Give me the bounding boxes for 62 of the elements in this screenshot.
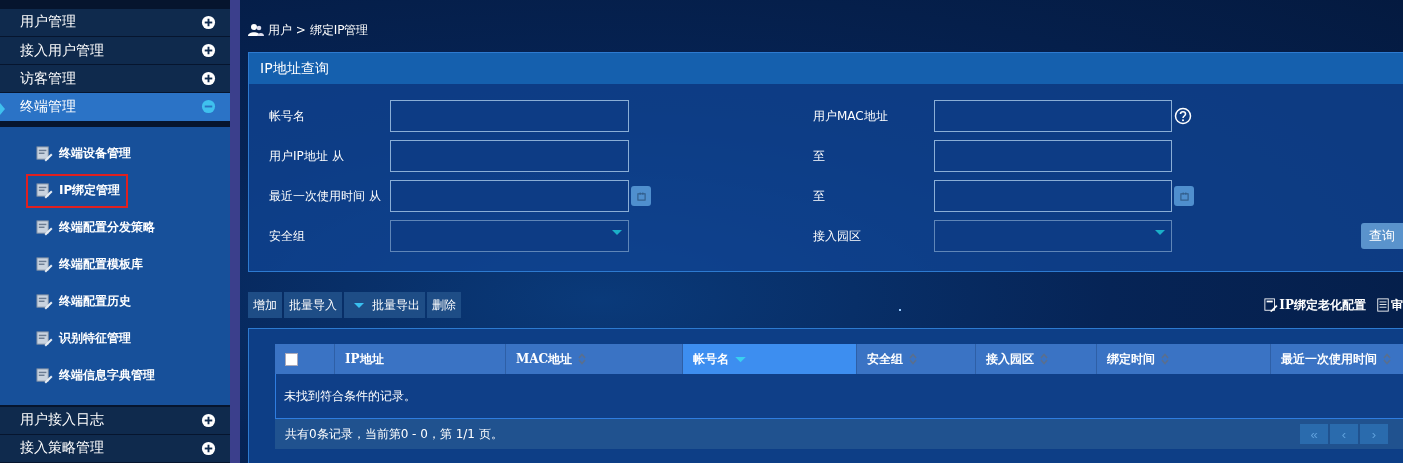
scrollbar[interactable] bbox=[230, 0, 240, 463]
calendar-icon bbox=[636, 191, 646, 201]
document-pen-icon bbox=[36, 256, 53, 274]
toolbar-button[interactable]: 删除 bbox=[427, 292, 461, 318]
submenu-item[interactable]: 识别特征管理 bbox=[26, 321, 139, 356]
expand-icon bbox=[201, 43, 216, 59]
expand-icon bbox=[201, 412, 216, 428]
field-label: 帐号名 bbox=[269, 107, 306, 125]
input-field[interactable] bbox=[390, 140, 629, 172]
menu-item[interactable]: 接入策略管理 bbox=[0, 434, 230, 462]
menu-item[interactable]: 用户接入日志 bbox=[0, 406, 230, 434]
help-icon[interactable] bbox=[1174, 107, 1192, 125]
input-field[interactable] bbox=[390, 100, 629, 132]
document-pen-icon bbox=[36, 330, 53, 348]
submenu-item[interactable]: IP绑定管理 bbox=[26, 173, 129, 208]
field-label: 接入园区 bbox=[813, 227, 862, 245]
input-field[interactable] bbox=[934, 100, 1172, 132]
submenu-item[interactable]: 终端配置模板库 bbox=[26, 247, 151, 282]
field-label: 至 bbox=[813, 147, 826, 165]
users-icon bbox=[248, 23, 264, 37]
checkbox[interactable] bbox=[285, 352, 298, 366]
field-label: 最近一次使用时间 从 bbox=[269, 187, 382, 205]
empty-message: 未找到符合条件的记录。 bbox=[284, 387, 416, 405]
record-count: 共有0条记录，当前第0 - 0，第 1/1 页。 bbox=[285, 425, 503, 443]
document-pen-icon bbox=[1264, 298, 1279, 312]
toolbar-link[interactable]: 审 bbox=[1391, 296, 1403, 314]
expand-icon bbox=[201, 440, 216, 456]
document-pen-icon bbox=[36, 293, 53, 311]
caret-icon bbox=[1155, 230, 1165, 235]
toolbar-button[interactable]: 批量导出 bbox=[344, 292, 425, 318]
dropdown-field[interactable] bbox=[390, 220, 629, 252]
document-pen-icon bbox=[36, 219, 53, 237]
input-field[interactable] bbox=[390, 180, 629, 212]
input-field[interactable] bbox=[934, 140, 1172, 172]
input-field[interactable] bbox=[934, 180, 1172, 212]
menu-item[interactable]: 用户管理 bbox=[0, 8, 230, 36]
field-label: 用户IP地址 从 bbox=[269, 147, 345, 165]
submenu-item[interactable]: 终端配置分发策略 bbox=[26, 210, 163, 245]
field-label: 至 bbox=[813, 187, 826, 205]
caret-icon bbox=[612, 230, 622, 235]
toolbar-link[interactable]: IP绑定老化配置 bbox=[1279, 296, 1366, 314]
toolbar-button[interactable]: 批量导入 bbox=[284, 292, 342, 318]
calendar-icon bbox=[1179, 191, 1189, 201]
notepad-icon bbox=[1376, 298, 1390, 312]
expand-icon bbox=[201, 14, 216, 30]
menu-item[interactable]: 访客管理 bbox=[0, 65, 230, 93]
document-pen-icon bbox=[36, 182, 53, 200]
field-label: 用户MAC地址 bbox=[813, 107, 889, 125]
menu-item[interactable]: 接入用户管理 bbox=[0, 37, 230, 65]
field-label: 安全组 bbox=[269, 227, 306, 245]
submenu-item[interactable]: 终端配置历史 bbox=[26, 284, 139, 319]
document-pen-icon bbox=[36, 145, 53, 163]
document-pen-icon bbox=[36, 367, 53, 385]
breadcrumb: 用户 > 绑定IP管理 bbox=[268, 21, 369, 39]
expand-icon bbox=[201, 71, 216, 87]
dropdown-field[interactable] bbox=[934, 220, 1172, 252]
menu-item[interactable]: 终端管理 bbox=[0, 93, 230, 121]
submenu-item[interactable]: 终端信息字典管理 bbox=[26, 358, 163, 393]
submenu-item[interactable]: 终端设备管理 bbox=[26, 136, 139, 171]
collapse-icon bbox=[201, 99, 216, 115]
panel-title: IP地址查询 bbox=[249, 53, 1403, 84]
toolbar-button[interactable]: 增加 bbox=[248, 292, 282, 318]
